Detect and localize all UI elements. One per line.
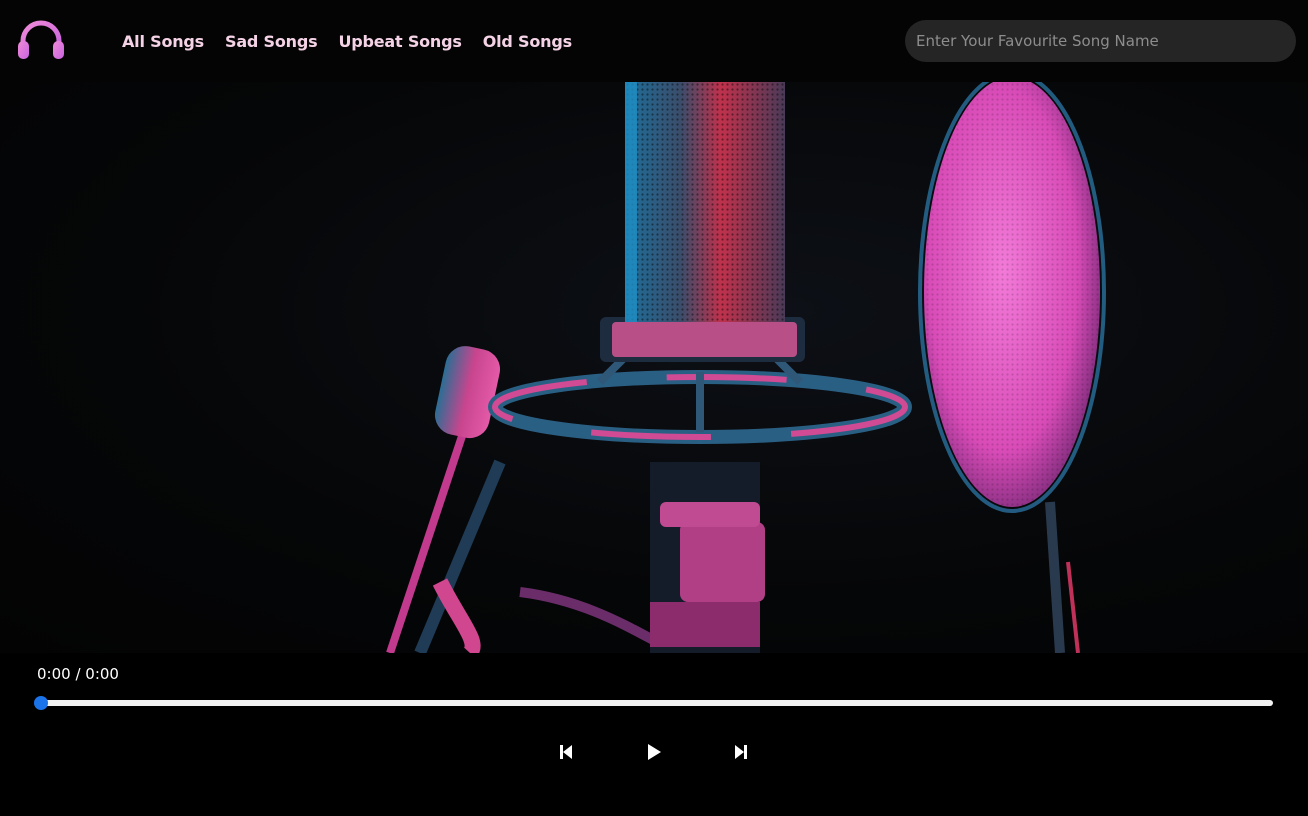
audio-player: 0:00 / 0:00 xyxy=(0,653,1308,816)
progress-thumb[interactable] xyxy=(34,696,48,710)
microphone-image xyxy=(386,82,1106,653)
search-input[interactable] xyxy=(905,20,1296,62)
skip-previous-icon[interactable] xyxy=(553,739,579,765)
hero-image xyxy=(0,82,1308,653)
nav-link-all-songs[interactable]: All Songs xyxy=(122,32,204,51)
nav-link-sad-songs[interactable]: Sad Songs xyxy=(225,32,318,51)
nav-link-old-songs[interactable]: Old Songs xyxy=(483,32,572,51)
play-icon[interactable] xyxy=(641,739,667,765)
skip-next-icon[interactable] xyxy=(728,739,754,765)
progress-track xyxy=(37,700,1273,706)
time-display: 0:00 / 0:00 xyxy=(37,665,119,683)
headphones-icon[interactable] xyxy=(16,17,66,61)
nav-links: All Songs Sad Songs Upbeat Songs Old Son… xyxy=(122,0,572,82)
navbar: All Songs Sad Songs Upbeat Songs Old Son… xyxy=(0,0,1308,82)
nav-link-upbeat-songs[interactable]: Upbeat Songs xyxy=(338,32,461,51)
progress-bar[interactable] xyxy=(34,696,1273,710)
playback-controls xyxy=(0,739,1308,765)
